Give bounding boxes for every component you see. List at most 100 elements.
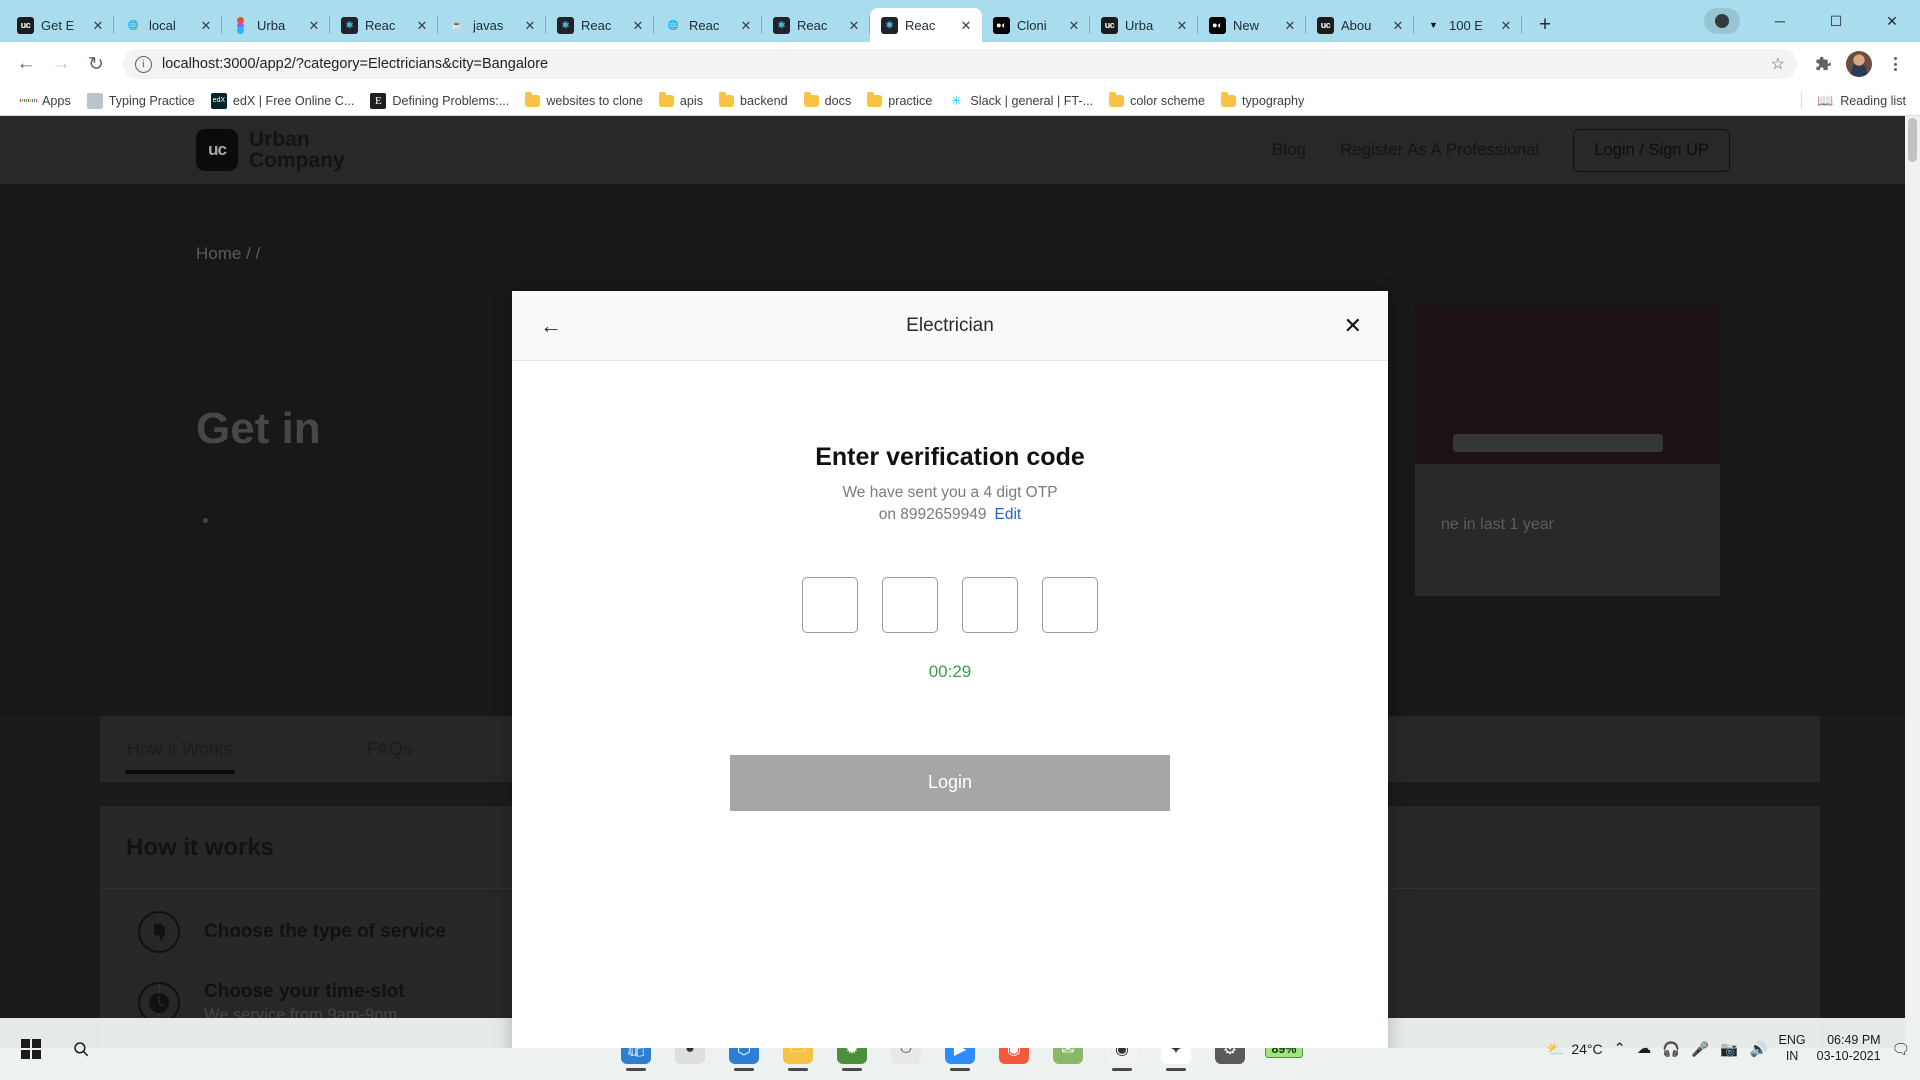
tab-close-icon[interactable]: ✕ bbox=[958, 17, 974, 33]
tab-close-icon[interactable]: ✕ bbox=[306, 17, 322, 33]
browser-tab[interactable]: 🌐 local ✕ bbox=[114, 8, 222, 42]
browser-tab[interactable]: uc Abou ✕ bbox=[1306, 8, 1414, 42]
tab-title: Reac bbox=[905, 17, 936, 33]
browser-tab[interactable]: ⚛ Reac ✕ bbox=[870, 8, 982, 42]
extensions-icon[interactable] bbox=[1808, 49, 1838, 79]
reload-button[interactable]: ↻ bbox=[80, 48, 112, 80]
browser-tab[interactable]: ●◐ Cloni ✕ bbox=[982, 8, 1090, 42]
tab-close-icon[interactable]: ✕ bbox=[630, 17, 646, 33]
taskbar-left bbox=[8, 1026, 104, 1072]
headset-icon[interactable]: 🎧 bbox=[1662, 1041, 1680, 1058]
otp-digit-input-4[interactable] bbox=[1042, 576, 1098, 633]
browser-tab[interactable]: ▼ 100 E ✕ bbox=[1414, 8, 1522, 42]
otp-digit-input-3[interactable] bbox=[962, 576, 1018, 633]
bookmark-item[interactable]: typography bbox=[1213, 91, 1312, 111]
notification-icon[interactable]: 🗨 bbox=[1892, 1041, 1910, 1058]
browser-tab[interactable]: ⚛ Reac ✕ bbox=[330, 8, 438, 42]
scrollbar-thumb[interactable] bbox=[1908, 118, 1917, 162]
tab-strip: uc Get E ✕ 🌐 local ✕ Urba ✕ ⚛ Reac ✕ ☕ javas ✕ ⚛ Reac ✕ 🌐… bbox=[0, 0, 1920, 42]
mic-icon[interactable]: 🎤 bbox=[1691, 1041, 1709, 1058]
tab-close-icon[interactable]: ✕ bbox=[1174, 17, 1190, 33]
phone-number: on 8992659949 bbox=[878, 506, 987, 524]
folder-icon bbox=[1109, 91, 1125, 107]
tab-title: Abou bbox=[1341, 17, 1372, 33]
bookmark-item[interactable]: websites to clone bbox=[517, 91, 651, 111]
otp-input-row bbox=[512, 576, 1388, 633]
browser-tab[interactable]: uc Urba ✕ bbox=[1090, 8, 1198, 42]
tab-close-icon[interactable]: ✕ bbox=[90, 17, 106, 33]
address-bar[interactable]: i localhost:3000/app2/?category=Electric… bbox=[123, 49, 1797, 79]
bookmark-item[interactable]: backend bbox=[711, 91, 796, 111]
tab-close-icon[interactable]: ✕ bbox=[1390, 17, 1406, 33]
site-info-icon[interactable]: i bbox=[135, 55, 152, 73]
forward-button[interactable]: → bbox=[45, 48, 77, 80]
profile-pill[interactable] bbox=[1704, 8, 1740, 34]
tab-title: Urba bbox=[257, 17, 286, 33]
clock[interactable]: 06:49 PM 03-10-2021 bbox=[1817, 1033, 1881, 1064]
browser-tab[interactable]: ⚛ Reac ✕ bbox=[762, 8, 870, 42]
bookmark-item[interactable]: docs bbox=[796, 91, 860, 111]
bookmark-item[interactable]: color scheme bbox=[1101, 91, 1213, 111]
tab-close-icon[interactable]: ✕ bbox=[522, 17, 538, 33]
bookmark-label: edX | Free Online C... bbox=[232, 93, 355, 108]
onedrive-icon[interactable]: ☁ bbox=[1637, 1041, 1652, 1057]
start-button[interactable] bbox=[8, 1026, 54, 1072]
bookmark-item[interactable]: practice bbox=[859, 91, 940, 111]
browser-tab[interactable]: Urba ✕ bbox=[222, 8, 330, 42]
bookmark-item[interactable]: apis bbox=[651, 91, 711, 111]
browser-tab[interactable]: ●◐ New ✕ bbox=[1198, 8, 1306, 42]
bookmark-label: typography bbox=[1242, 93, 1305, 108]
page-viewport: uc Urban Company Blog Register As A Prof… bbox=[0, 116, 1920, 1048]
chevron-up-icon[interactable]: ⌃ bbox=[1614, 1041, 1626, 1057]
bookmark-star-icon[interactable]: ☆ bbox=[1771, 54, 1785, 74]
bookmark-item[interactable]: E Defining Problems:... bbox=[362, 90, 517, 112]
browser-tab[interactable]: ⚛ Reac ✕ bbox=[546, 8, 654, 42]
edit-phone-link[interactable]: Edit bbox=[995, 506, 1022, 523]
chrome-menu-icon[interactable] bbox=[1880, 49, 1910, 79]
tab-close-icon[interactable]: ✕ bbox=[1498, 17, 1514, 33]
otp-digit-input-2[interactable] bbox=[882, 576, 938, 633]
back-arrow-icon[interactable]: ← bbox=[540, 314, 562, 337]
taskbar-search-icon[interactable] bbox=[58, 1026, 104, 1072]
tab-close-icon[interactable]: ✕ bbox=[846, 17, 862, 33]
tab-close-icon[interactable]: ✕ bbox=[198, 17, 214, 33]
tab-close-icon[interactable]: ✕ bbox=[1066, 17, 1082, 33]
new-tab-button[interactable]: + bbox=[1528, 8, 1562, 42]
windows-logo-icon bbox=[20, 1038, 42, 1060]
react-icon: ⚛ bbox=[773, 16, 790, 34]
profile-avatar-icon bbox=[1715, 14, 1729, 28]
login-submit-button[interactable]: Login bbox=[730, 754, 1170, 811]
bookmark-item[interactable]: ✳ Slack | general | FT-... bbox=[940, 90, 1101, 112]
evernote-icon: E bbox=[370, 92, 387, 109]
browser-tab[interactable]: uc Get E ✕ bbox=[6, 8, 114, 42]
browser-tab[interactable]: ☕ javas ✕ bbox=[438, 8, 546, 42]
weather-widget[interactable]: ⛅ 24°C bbox=[1547, 1041, 1603, 1058]
bookmark-item[interactable]: Apps bbox=[12, 90, 79, 112]
language-indicator[interactable]: ENG IN bbox=[1779, 1033, 1806, 1064]
modal-header: ← Electrician ✕ bbox=[512, 291, 1388, 361]
close-window-button[interactable]: ✕ bbox=[1864, 0, 1920, 42]
clock-time: 06:49 PM bbox=[1827, 1033, 1881, 1048]
tab-close-icon[interactable]: ✕ bbox=[1282, 17, 1298, 33]
reading-list-button[interactable]: 📖 Reading list bbox=[1793, 92, 1906, 109]
tab-close-icon[interactable]: ✕ bbox=[414, 17, 430, 33]
volume-icon[interactable]: 🔊 bbox=[1749, 1041, 1767, 1058]
maximize-button[interactable]: ☐ bbox=[1808, 0, 1864, 42]
edx-icon: edX bbox=[210, 92, 227, 109]
otp-digit-input-1[interactable] bbox=[802, 576, 858, 633]
tab-close-icon[interactable]: ✕ bbox=[738, 17, 754, 33]
minimize-button[interactable]: ─ bbox=[1752, 0, 1808, 42]
camera-icon[interactable]: 📷 bbox=[1720, 1041, 1738, 1058]
bookmark-item[interactable]: edX edX | Free Online C... bbox=[203, 90, 363, 112]
close-icon[interactable]: ✕ bbox=[1344, 314, 1362, 337]
folder-icon bbox=[803, 91, 819, 107]
bookmark-item[interactable]: Typing Practice bbox=[79, 90, 203, 112]
bookmark-label: Apps bbox=[42, 93, 71, 108]
profile-avatar[interactable] bbox=[1846, 51, 1872, 77]
page-scrollbar[interactable]: ▲ ▼ bbox=[1905, 116, 1920, 1048]
back-button[interactable]: ← bbox=[10, 48, 42, 80]
figma-icon bbox=[233, 16, 250, 34]
browser-tab[interactable]: 🌐 Reac ✕ bbox=[654, 8, 762, 42]
bookmark-label: websites to clone bbox=[546, 93, 643, 108]
modal-body: Enter verification code We have sent you… bbox=[512, 361, 1388, 1048]
